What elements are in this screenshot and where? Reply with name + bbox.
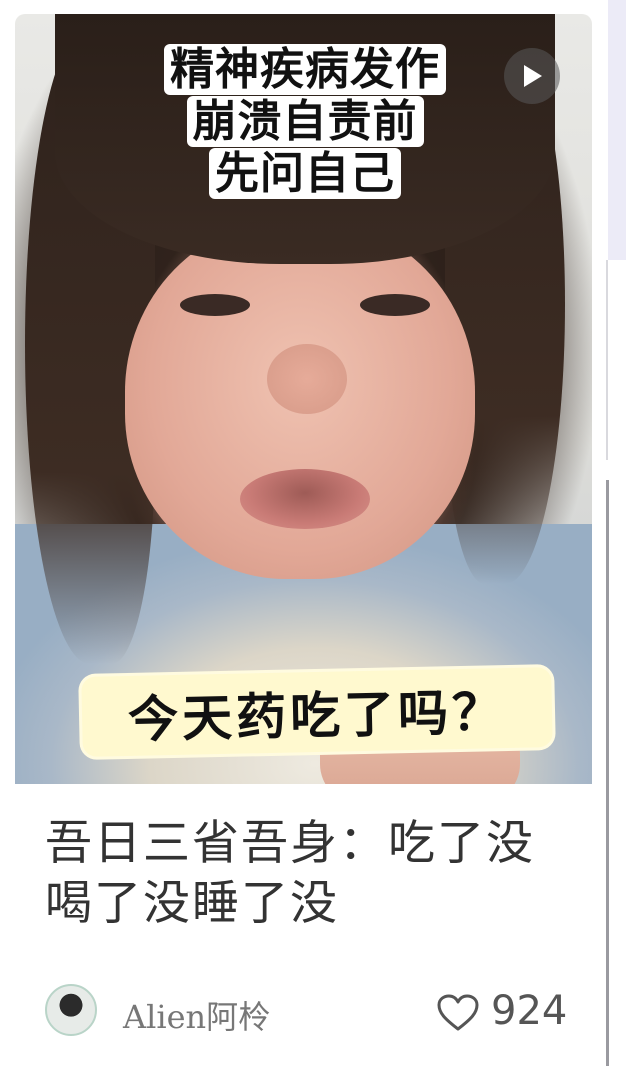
author-name[interactable]: Alien阿柃 bbox=[123, 992, 270, 1038]
heart-outline-icon[interactable] bbox=[437, 994, 479, 1032]
avatar[interactable] bbox=[45, 984, 97, 1036]
video-thumbnail[interactable]: 精神疾病发作 崩溃自责前 先问自己 今天药吃了吗？ bbox=[15, 14, 592, 784]
play-button[interactable] bbox=[504, 48, 560, 104]
video-card[interactable]: 精神疾病发作 崩溃自责前 先问自己 今天药吃了吗？ 吾日三省吾身：吃了没喝了没睡… bbox=[15, 14, 592, 1066]
thumbnail-overlay-title: 精神疾病发作 崩溃自责前 先问自己 bbox=[127, 44, 483, 200]
overlay-title-line: 精神疾病发作 bbox=[164, 44, 446, 95]
divider bbox=[606, 260, 608, 460]
like-count: 924 bbox=[491, 988, 568, 1034]
scrollbar-track bbox=[606, 480, 609, 1066]
adjacent-card-edge bbox=[606, 0, 626, 1066]
video-caption[interactable]: 吾日三省吾身：吃了没喝了没睡了没 bbox=[45, 814, 565, 934]
card-footer: Alien阿柃 924 bbox=[45, 984, 568, 1038]
overlay-title-line: 崩溃自责前 bbox=[186, 96, 424, 147]
adjacent-card-accent bbox=[608, 0, 626, 260]
overlay-title-line: 先问自己 bbox=[209, 148, 401, 199]
play-icon bbox=[524, 65, 542, 87]
thumbnail-overlay-question: 今天药吃了吗？ bbox=[81, 667, 553, 757]
